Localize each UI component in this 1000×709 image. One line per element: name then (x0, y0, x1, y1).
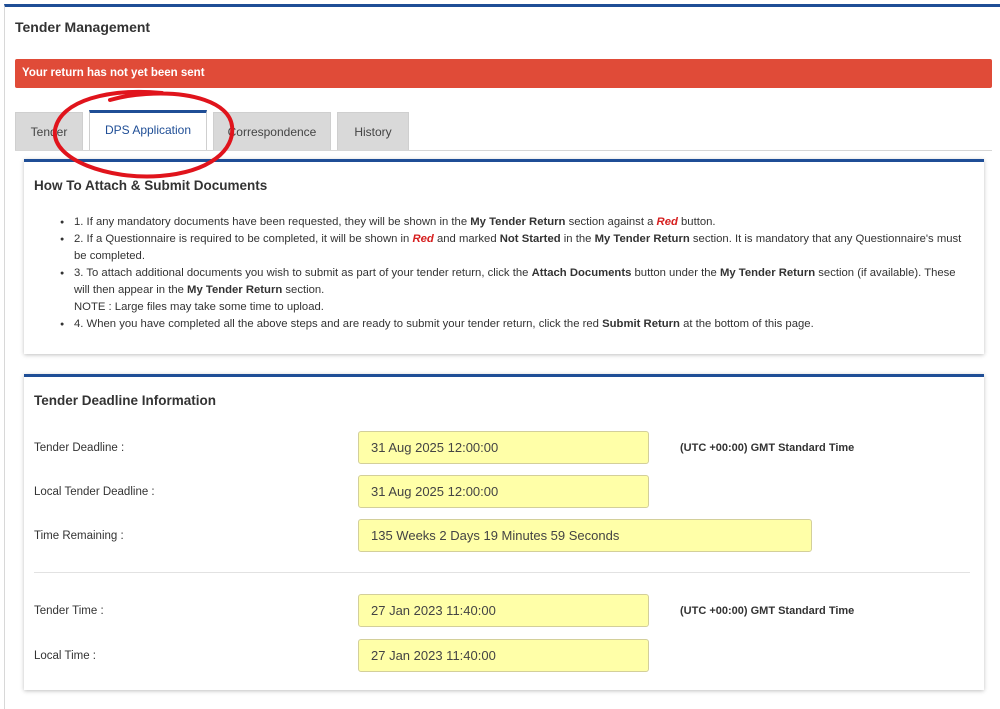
instruction-text: section. (282, 284, 325, 296)
instruction-bold: My Tender Return (594, 233, 690, 245)
instruction-text: section against a (565, 216, 657, 228)
local-deadline-field: 31 Aug 2025 12:00:00 (358, 475, 649, 508)
local-deadline-label: Local Tender Deadline : (34, 486, 155, 498)
tender-deadline-timezone: (UTC +00:00) GMT Standard Time (680, 442, 855, 454)
instruction-bold: Submit Return (602, 318, 680, 330)
deadline-title: Tender Deadline Information (34, 393, 217, 408)
instruction-bold: My Tender Return (187, 284, 283, 296)
instruction-bold: Attach Documents (531, 267, 632, 279)
instructions-panel: How To Attach & Submit Documents 1. If a… (24, 159, 984, 354)
tabs-divider (15, 150, 992, 151)
tab-correspondence[interactable]: Correspondence (213, 112, 331, 151)
instruction-bold: Not Started (499, 233, 561, 245)
instruction-red: Red (412, 233, 434, 245)
tender-time-label: Tender Time : (34, 605, 104, 617)
tender-time-timezone: (UTC +00:00) GMT Standard Time (680, 605, 855, 617)
instruction-text: 2. If a Questionnaire is required to be … (74, 233, 413, 245)
instruction-bold: My Tender Return (719, 267, 816, 279)
instruction-text: 1. If any mandatory documents have been … (74, 216, 471, 228)
tab-tender[interactable]: Tender (15, 112, 83, 151)
instruction-text: button. (677, 216, 716, 228)
instruction-item: 2. If a Questionnaire is required to be … (60, 231, 972, 265)
instruction-text: button under the (631, 267, 720, 279)
instruction-text: 4. When you have completed all the above… (74, 318, 603, 330)
tender-time-field: 27 Jan 2023 11:40:00 (358, 594, 649, 627)
instruction-text: and marked (433, 233, 500, 245)
instruction-note: NOTE : Large files may take some time to… (74, 301, 324, 313)
instruction-item: 4. When you have completed all the above… (60, 316, 972, 333)
tender-deadline-label: Tender Deadline : (34, 442, 125, 454)
local-time-label: Local Time : (34, 650, 96, 662)
section-divider (34, 572, 970, 573)
deadline-panel: Tender Deadline Information Tender Deadl… (24, 374, 984, 690)
instruction-item: 1. If any mandatory documents have been … (60, 214, 972, 231)
instructions-list: 1. If any mandatory documents have been … (60, 214, 972, 333)
tab-history[interactable]: History (337, 112, 409, 151)
tab-dps-application[interactable]: DPS Application (89, 110, 207, 150)
time-remaining-label: Time Remaining : (34, 530, 124, 542)
instruction-text: at the bottom of this page. (679, 318, 814, 330)
instruction-text: in the (560, 233, 595, 245)
instruction-item: 3. To attach additional documents you wi… (60, 265, 972, 316)
status-alert: Your return has not yet been sent (15, 59, 992, 88)
instruction-bold: My Tender Return (470, 216, 566, 228)
instructions-title: How To Attach & Submit Documents (34, 178, 268, 193)
tender-deadline-field: 31 Aug 2025 12:00:00 (358, 431, 649, 464)
instruction-text: 3. To attach additional documents you wi… (74, 267, 532, 279)
local-time-field: 27 Jan 2023 11:40:00 (358, 639, 649, 672)
page-title: Tender Management (15, 19, 151, 35)
time-remaining-field: 135 Weeks 2 Days 19 Minutes 59 Seconds (358, 519, 812, 552)
instruction-red: Red (656, 216, 678, 228)
